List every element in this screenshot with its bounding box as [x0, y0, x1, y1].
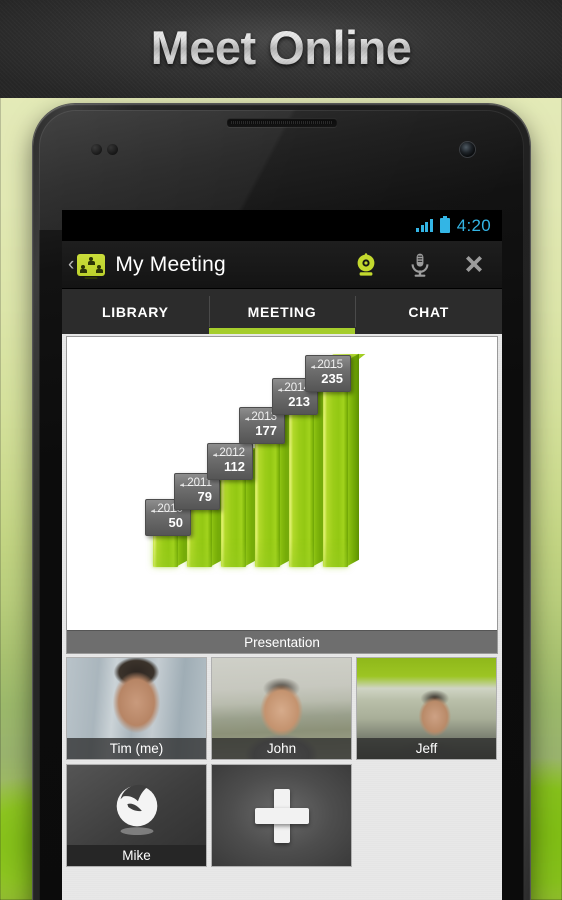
bar-reflection [187, 533, 212, 567]
callout-leader-line [278, 388, 305, 392]
bar-reflection [323, 533, 348, 567]
participant-tile-tim[interactable]: Tim (me) [66, 657, 207, 760]
bar-reflection [153, 533, 178, 567]
participant-tile-mike[interactable]: Mike [66, 764, 207, 867]
back-chevron-icon[interactable]: ‹ [68, 255, 74, 274]
tab-chat[interactable]: CHAT [355, 289, 502, 334]
close-meeting-button[interactable] [460, 250, 488, 280]
callout-value: 177 [255, 423, 277, 439]
microphone-toggle-button[interactable] [406, 250, 434, 280]
participant-tile-john[interactable]: John [211, 657, 352, 760]
person-silhouette-icon [116, 785, 157, 836]
action-bar-buttons [352, 250, 494, 280]
earpiece-speaker [226, 118, 337, 127]
callout-leader-line [213, 453, 240, 457]
bar-reflection [255, 533, 280, 567]
callout-leader-line [151, 509, 178, 513]
phone-bezel: 4:20 ‹ My Meeting LIBRARY MEETING CHAT 2… [39, 110, 524, 900]
plus-icon [253, 787, 311, 845]
webcam-toggle-button[interactable] [352, 250, 380, 280]
meeting-room-app-icon[interactable] [77, 253, 106, 279]
callout-value: 79 [197, 489, 212, 505]
chart-bar [320, 353, 366, 567]
microphone-icon [411, 253, 429, 277]
callout-value: 50 [168, 515, 183, 531]
phone-screen: 4:20 ‹ My Meeting LIBRARY MEETING CHAT 2… [62, 210, 502, 900]
participant-tile-jeff[interactable]: Jeff [356, 657, 497, 760]
close-x-icon [466, 255, 482, 272]
participant-name: John [212, 738, 351, 759]
participant-row: Tim (me) John Jeff [66, 657, 498, 760]
webcam-icon [357, 252, 375, 276]
chart-callout: 2015 235 [305, 355, 351, 392]
participant-name: Tim (me) [67, 738, 206, 759]
callout-value: 235 [321, 371, 343, 387]
add-participant-tile[interactable] [211, 764, 352, 867]
status-bar: 4:20 [62, 210, 502, 241]
tab-label: CHAT [408, 303, 449, 320]
presentation-canvas: 2010 50 2011 79 2012 112 2013 177 2014 2… [67, 337, 497, 630]
callout-leader-line [180, 483, 207, 487]
promo-banner: Meet Online [0, 0, 562, 98]
front-camera-icon [460, 142, 475, 157]
callout-value: 112 [224, 459, 245, 475]
bar-reflection [221, 533, 246, 567]
participant-row: Mike [66, 764, 498, 867]
tab-bar: LIBRARY MEETING CHAT [62, 289, 502, 334]
page-title: My Meeting [115, 252, 226, 276]
callout-leader-line [245, 417, 272, 421]
banner-title: Meet Online [0, 20, 562, 75]
light-sensor-icon [107, 144, 118, 155]
chart-callout: 2012 112 [207, 443, 253, 480]
tab-label: LIBRARY [102, 303, 169, 320]
participant-name: Jeff [357, 738, 496, 759]
tab-library[interactable]: LIBRARY [62, 289, 209, 334]
callout-leader-line [311, 365, 338, 369]
participant-name: Mike [67, 845, 206, 866]
tab-meeting[interactable]: MEETING [208, 289, 356, 334]
callout-value: 213 [288, 394, 310, 410]
bar-reflection [289, 533, 314, 567]
presentation-panel[interactable]: 2010 50 2011 79 2012 112 2013 177 2014 2… [66, 336, 498, 654]
participant-grid: Tim (me) John Jeff Mike [66, 657, 498, 871]
meeting-content: 2010 50 2011 79 2012 112 2013 177 2014 2… [62, 334, 502, 900]
action-bar: ‹ My Meeting [62, 241, 502, 289]
bar-chart: 2010 50 2011 79 2012 112 2013 177 2014 2… [145, 343, 385, 623]
battery-full-icon [439, 215, 450, 233]
presentation-caption: Presentation [67, 630, 497, 653]
signal-bars-icon [416, 219, 433, 232]
status-clock: 4:20 [456, 215, 491, 235]
tab-label: MEETING [247, 303, 317, 320]
proximity-sensor-icon [91, 144, 102, 155]
phone-device-frame: 4:20 ‹ My Meeting LIBRARY MEETING CHAT 2… [33, 104, 530, 900]
